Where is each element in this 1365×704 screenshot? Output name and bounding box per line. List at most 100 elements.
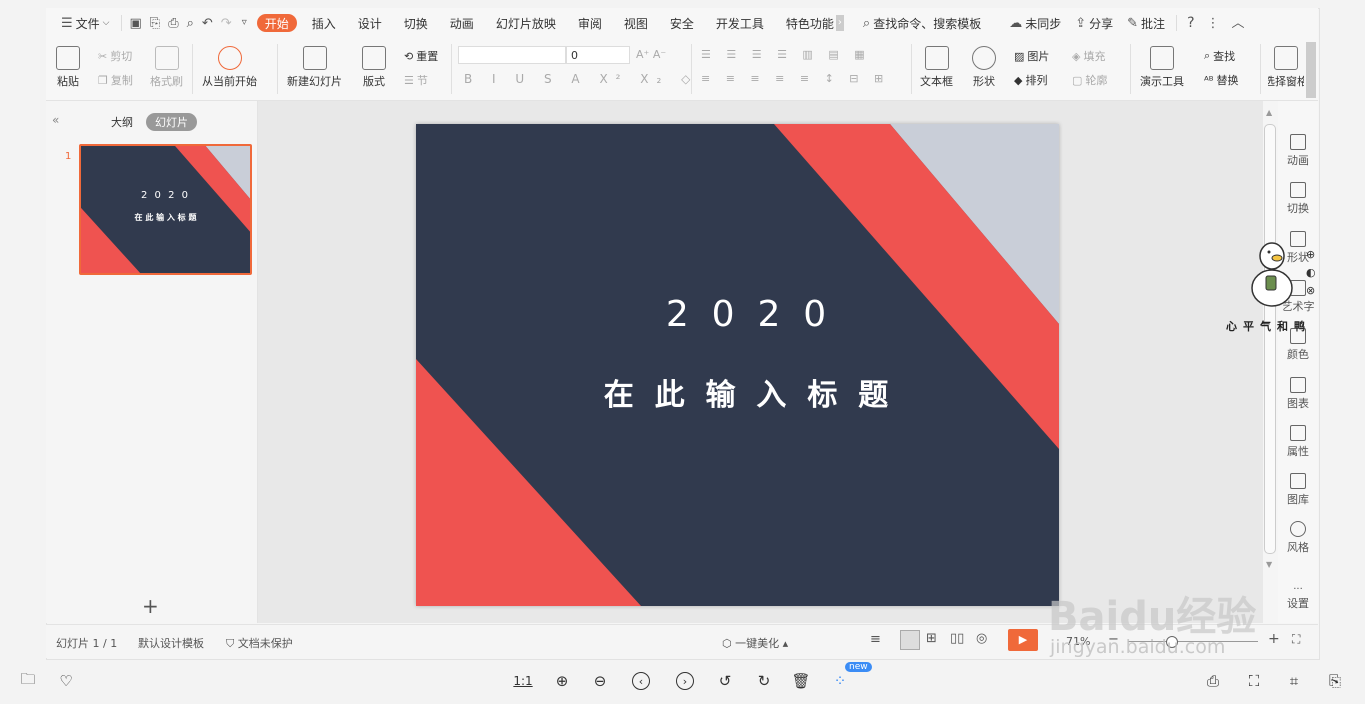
zoom-in-icon[interactable]: ⊕ bbox=[551, 670, 573, 692]
design-template[interactable]: 默认设计模板 bbox=[138, 635, 204, 651]
screenshot-icon[interactable]: ⌗ bbox=[1283, 670, 1305, 692]
paste-button[interactable]: 粘贴 bbox=[56, 46, 80, 89]
rail-properties[interactable]: 属性 bbox=[1279, 425, 1317, 459]
rail-gallery[interactable]: 图库 bbox=[1279, 473, 1317, 507]
customize-icon[interactable]: ▿ bbox=[242, 18, 247, 28]
apps-icon[interactable]: ⁘ bbox=[829, 670, 851, 692]
redo-icon[interactable]: ↷ bbox=[221, 17, 232, 30]
slide-thumbnail[interactable]: 2 0 2 0 在 此 输 入 标 题 bbox=[79, 144, 252, 275]
canvas-vscrollbar[interactable] bbox=[1264, 124, 1276, 554]
tab-security[interactable]: 安全 bbox=[659, 8, 705, 38]
share-button[interactable]: ⇪ 分享 bbox=[1068, 8, 1120, 38]
tab-outline[interactable]: 大纲 bbox=[102, 113, 142, 131]
rotate-left-icon[interactable]: ↺ bbox=[714, 670, 736, 692]
section-button[interactable]: ☰ 节 bbox=[404, 72, 428, 88]
sorter-view-icon[interactable]: ⊞ bbox=[926, 631, 937, 646]
outline-button[interactable]: ▢ 轮廓 bbox=[1072, 72, 1107, 88]
slide-year[interactable]: 2 0 2 0 bbox=[556, 294, 936, 335]
rail-chart[interactable]: 图表 bbox=[1279, 377, 1317, 411]
zoom-out-icon[interactable]: ⊖ bbox=[589, 670, 611, 692]
find-button[interactable]: ⌕ 查找 bbox=[1204, 48, 1235, 64]
sync-button[interactable]: ☁ 未同步 bbox=[1002, 8, 1068, 38]
print-icon[interactable]: ⎙ bbox=[1202, 670, 1224, 692]
layout-button[interactable]: 版式 bbox=[362, 46, 386, 89]
tab-view[interactable]: 视图 bbox=[613, 8, 659, 38]
text-format-icons[interactable]: B I U S A X² X₂ ◇ bbox=[464, 72, 698, 86]
presenter-view-icon[interactable]: ◎ bbox=[976, 631, 987, 646]
comment-button[interactable]: ✎ 批注 bbox=[1120, 8, 1172, 38]
tab-transitions[interactable]: 切换 bbox=[393, 8, 439, 38]
tab-developer[interactable]: 开发工具 bbox=[705, 8, 775, 38]
align-icons[interactable]: ≡ ≡ ≡ ≡ ≡ ↕ ⊟ ⊞ bbox=[701, 72, 889, 85]
play-slideshow-button[interactable]: ▶ bbox=[1008, 629, 1038, 651]
tab-design[interactable]: 设计 bbox=[347, 8, 393, 38]
protection-status[interactable]: ⛉ 文档未保护 bbox=[226, 635, 293, 651]
new-slide-button[interactable]: 新建幻灯片 bbox=[287, 46, 342, 89]
more-icon[interactable]: ⋮ bbox=[1207, 17, 1220, 30]
rail-transition[interactable]: 切换 bbox=[1279, 182, 1317, 216]
collapse-ribbon-icon[interactable]: ︿ bbox=[1232, 17, 1245, 30]
list-icons[interactable]: ☰ ☰ ☰ ☰ ▥ ▤ ▦ bbox=[701, 48, 871, 61]
cut-button[interactable]: ✂ 剪切 bbox=[98, 48, 132, 64]
text-box-button[interactable]: 文本框 bbox=[920, 46, 953, 89]
print-preview-icon[interactable]: ⌕ bbox=[187, 17, 194, 30]
heart-icon[interactable]: ♡ bbox=[55, 670, 77, 692]
undo-icon[interactable]: ↶ bbox=[202, 17, 213, 30]
export-pdf-icon[interactable]: ⎘ bbox=[150, 17, 160, 30]
export-icon[interactable]: ⎘ bbox=[1324, 670, 1346, 692]
replace-button[interactable]: ᴬᴮ 替换 bbox=[1204, 72, 1239, 88]
more-tabs-icon[interactable]: › bbox=[835, 15, 844, 31]
add-slide-button[interactable]: + bbox=[142, 594, 159, 618]
fill-button[interactable]: ◈ 填充 bbox=[1072, 48, 1105, 64]
tab-slides[interactable]: 幻灯片 bbox=[146, 113, 197, 131]
baidu-url: jingyan.baidu.com bbox=[1050, 636, 1226, 658]
font-grow-icon[interactable]: A⁺ A⁻ bbox=[636, 48, 666, 61]
reading-view-icon[interactable]: ▯▯ bbox=[950, 631, 964, 646]
tab-animations[interactable]: 动画 bbox=[439, 8, 485, 38]
command-search[interactable]: ⌕ 查找命令、搜索模板 bbox=[856, 8, 988, 38]
previous-icon[interactable]: ‹ bbox=[630, 670, 652, 692]
divider bbox=[691, 44, 692, 94]
copy-button[interactable]: ❐ 复制 bbox=[98, 72, 133, 88]
ribbon-scroll-right[interactable] bbox=[1306, 42, 1316, 98]
font-size-select[interactable]: 0 bbox=[566, 46, 630, 64]
picture-button[interactable]: ▨ 图片 bbox=[1014, 48, 1049, 64]
file-menu[interactable]: ☰ 文件 ⌵ bbox=[54, 8, 117, 38]
save-icon[interactable]: ▣ bbox=[130, 17, 142, 30]
arrange-button[interactable]: ◆ 排列 bbox=[1014, 72, 1047, 88]
actual-size-button[interactable]: 1:1 bbox=[512, 670, 534, 692]
cube-icon: ⬡ bbox=[722, 637, 736, 650]
play-from-current-button[interactable]: 从当前开始 bbox=[202, 46, 257, 89]
tab-insert[interactable]: 插入 bbox=[301, 8, 347, 38]
reset-button[interactable]: ⟲ 重置 bbox=[404, 48, 438, 64]
presenter-tools-button[interactable]: 演示工具 bbox=[1140, 46, 1184, 89]
zoom-in-icon[interactable]: + bbox=[1268, 631, 1280, 647]
font-family-select[interactable] bbox=[458, 46, 566, 64]
slide-title[interactable]: 在 此 输 入 标 题 bbox=[556, 370, 936, 414]
tab-features[interactable]: 特色功能 bbox=[775, 8, 836, 38]
tab-home[interactable]: 开始 bbox=[256, 14, 297, 32]
folder-icon[interactable]: 🗀 bbox=[17, 670, 39, 692]
delete-icon[interactable]: 🗑 bbox=[790, 670, 812, 692]
beautify-button[interactable]: ⬡ 一键美化 ▴ bbox=[722, 635, 788, 651]
rail-animation[interactable]: 动画 bbox=[1279, 134, 1317, 168]
fullscreen-icon[interactable]: ⛶ bbox=[1243, 670, 1265, 692]
next-icon[interactable]: › bbox=[674, 670, 696, 692]
rail-style[interactable]: 风格 bbox=[1279, 521, 1317, 555]
select-pane-button[interactable]: 选择窗格 bbox=[1268, 46, 1304, 89]
collapse-panel-icon[interactable]: « bbox=[52, 113, 59, 127]
print-icon[interactable]: ⎙ bbox=[168, 17, 178, 30]
scroll-up-icon[interactable]: ▲ bbox=[1266, 108, 1272, 117]
rail-settings[interactable]: ··· 设置 bbox=[1279, 584, 1317, 611]
tab-slideshow[interactable]: 幻灯片放映 bbox=[485, 8, 567, 38]
notes-icon[interactable]: ≡ bbox=[870, 632, 881, 647]
fit-window-icon[interactable]: ⛶ bbox=[1292, 632, 1300, 647]
tab-review[interactable]: 审阅 bbox=[567, 8, 613, 38]
scroll-down-icon[interactable]: ▼ bbox=[1266, 560, 1272, 569]
normal-view-icon[interactable] bbox=[900, 630, 920, 650]
rotate-right-icon[interactable]: ↻ bbox=[753, 670, 775, 692]
slide[interactable]: 2 0 2 0 在 此 输 入 标 题 bbox=[416, 124, 1059, 606]
help-icon[interactable]: ? bbox=[1187, 16, 1194, 30]
format-painter-button[interactable]: 格式刷 bbox=[150, 46, 183, 89]
shape-button[interactable]: 形状 bbox=[972, 46, 996, 89]
